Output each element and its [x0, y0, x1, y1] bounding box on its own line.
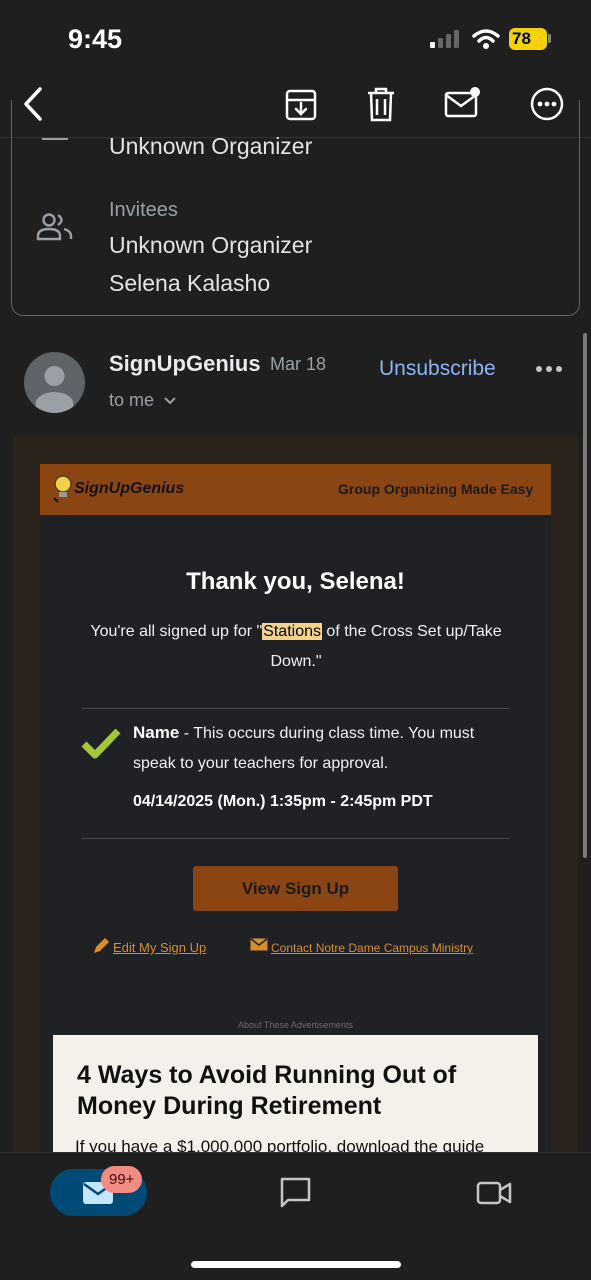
message-more-icon[interactable] [535, 364, 563, 374]
invitees-label: Invitees [109, 199, 178, 221]
wifi-icon [472, 29, 500, 49]
organizer-name: Unknown Organizer [109, 133, 313, 159]
advertisement[interactable]: 4 Ways to Avoid Running Out of Money Dur… [53, 1035, 538, 1152]
person-icon [35, 366, 74, 413]
unsubscribe-button[interactable]: Unsubscribe [379, 357, 496, 381]
slot-note: - This occurs during class time. You mus… [133, 725, 475, 772]
video-meet-icon[interactable] [476, 1180, 512, 1206]
ad-text: If you have a $1,000,000 portfolio, down… [75, 1137, 485, 1152]
recipient-toggle[interactable]: to me [109, 390, 177, 411]
home-indicator[interactable] [191, 1261, 401, 1268]
checkmark-icon [81, 728, 121, 759]
status-time: 9:45 [68, 24, 123, 54]
email-heading: Thank you, Selena! [186, 568, 405, 595]
cellular-signal-icon [430, 30, 459, 48]
slot-datetime: 04/14/2025 (Mon.) 1:35pm - 2:45pm PDT [133, 793, 433, 810]
logo: SignUpGenius [74, 480, 185, 497]
chevron-down-icon [164, 397, 176, 405]
slot-divider-top [82, 708, 509, 709]
slot-name: Name [133, 723, 180, 742]
invitees-icon [36, 213, 73, 241]
organizer-icon [42, 138, 68, 140]
invitee-item: Selena Kalasho [109, 270, 271, 296]
chat-icon[interactable] [279, 1176, 313, 1210]
battery-level: 78 [512, 29, 531, 48]
pencil-icon [94, 938, 109, 953]
lightbulb-logo-icon [53, 475, 72, 503]
edit-signup-link[interactable]: Edit My Sign Up [113, 940, 206, 955]
view-signup-button[interactable]: View Sign Up [193, 866, 398, 911]
signup-text-prefix: You're all signed up for " [90, 623, 263, 640]
slot-divider-bottom [82, 838, 509, 839]
search-highlight: Stations [262, 623, 322, 640]
avatar[interactable] [24, 352, 85, 413]
invitee-item: Unknown Organizer [109, 232, 313, 258]
signup-confirmation: You're all signed up for "Stations of th… [82, 617, 510, 677]
contact-organizer-link[interactable]: Contact Notre Dame Campus Ministry [271, 941, 473, 955]
tagline: Group Organizing Made Easy [338, 481, 534, 497]
scrollbar[interactable] [583, 333, 587, 858]
ad-title: 4 Ways to Avoid Running Out of Money Dur… [77, 1061, 457, 1120]
slot-description: Name - This occurs during class time. Yo… [133, 718, 513, 779]
message-date: Mar 18 [270, 354, 327, 374]
battery-indicator: 78⚡ [509, 28, 547, 50]
unread-count-badge: 99+ [101, 1166, 143, 1193]
envelope-icon [250, 938, 268, 951]
battery-nub [548, 34, 551, 43]
ads-label[interactable]: About These Advertisements [40, 1020, 551, 1030]
sender-name: SignUpGenius [109, 351, 261, 376]
recipient-label: to me [109, 390, 155, 410]
